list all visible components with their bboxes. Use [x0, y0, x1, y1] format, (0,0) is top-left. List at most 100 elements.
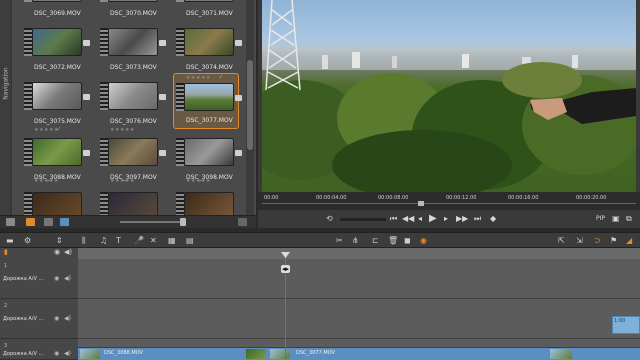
overwrite-icon[interactable]: ⇲: [576, 235, 583, 247]
visibility-icon[interactable]: ◉: [54, 248, 60, 256]
speaker-icon[interactable]: ◀): [64, 275, 71, 282]
scrubber-handle[interactable]: [418, 201, 424, 206]
loop-icon[interactable]: ⟲: [326, 213, 333, 225]
film-strip-icon: [24, 192, 32, 215]
film-strip-icon: [24, 28, 32, 56]
next-frame-icon[interactable]: ▸: [444, 213, 448, 225]
clip-thumbnail: [32, 0, 82, 2]
go-to-start-icon[interactable]: ⏮: [390, 213, 397, 225]
go-to-end-icon[interactable]: ⏭: [474, 213, 481, 225]
track-lane[interactable]: [78, 299, 640, 339]
list-view-icon[interactable]: [44, 218, 53, 226]
volume-icon[interactable]: ◆: [490, 213, 496, 225]
view-options-icon[interactable]: [60, 218, 69, 226]
visibility-icon[interactable]: ◉: [54, 350, 59, 357]
markers-icon[interactable]: ▬: [6, 235, 14, 247]
clip-item[interactable]: [174, 188, 238, 215]
insert-mode-icon[interactable]: ⊃: [594, 235, 601, 247]
audio-mixer-icon[interactable]: ⫼: [82, 235, 86, 247]
clip-item[interactable]: DSC_3072.MOV: [22, 24, 90, 82]
play-icon[interactable]: ▶: [429, 213, 437, 225]
clip-name: DSC_3075.MOV: [34, 118, 81, 125]
rating-stars[interactable]: ★★★★★: [110, 127, 135, 133]
ruler-time-label: 00:00:04.00: [316, 195, 347, 201]
dynamic-length-icon[interactable]: ⇱: [558, 235, 565, 247]
rating-row: ★★★★★: [174, 178, 238, 188]
track-name[interactable]: Дорожка A/V ...: [3, 276, 43, 282]
clip-item[interactable]: [98, 188, 162, 215]
rating-stars[interactable]: ★★★★★: [186, 75, 211, 81]
timeline-clip-name[interactable]: DSC_3077.MOV: [296, 350, 335, 356]
track-lane[interactable]: [78, 259, 640, 299]
step-back-icon[interactable]: ◀◀: [402, 213, 414, 225]
track-header[interactable]: 2 Дорожка A/V ... ◉ ◀): [0, 299, 78, 339]
fullscreen-icon[interactable]: ▣: [612, 213, 620, 225]
marker-add-icon[interactable]: ◼: [404, 235, 411, 247]
clip-tag-icon: [159, 94, 166, 100]
delete-icon[interactable]: 🗑: [388, 235, 398, 247]
clip-item[interactable]: [22, 188, 86, 215]
track-header[interactable]: 3 Дорожка A/V ... ◉ ◀): [0, 339, 78, 360]
library-scrollbar[interactable]: [246, 0, 254, 215]
magnet-icon[interactable]: ⋔: [352, 235, 359, 247]
rating-stars[interactable]: ★★★★★: [186, 178, 211, 184]
voiceover-icon[interactable]: 🎤: [134, 235, 144, 247]
clip-thumbnail: [184, 192, 234, 215]
clip-item[interactable]: DSC_3073.MOV: [98, 24, 166, 82]
clip-name: DSC_3077.MOV: [186, 117, 233, 124]
smart-mode-icon[interactable]: ⚑: [610, 235, 617, 247]
film-strip-icon: [100, 138, 108, 166]
timeline-clip-strip[interactable]: DSC_3088.MOV DSC_3077.MOV: [78, 348, 640, 360]
rating-stars[interactable]: ★★★★★: [110, 178, 135, 184]
rating-stars[interactable]: ★★★★★: [34, 178, 59, 184]
film-strip-icon: [100, 192, 108, 215]
preview-time-ruler[interactable]: 00:00 00:00:04.00 00:00:08.00 00:00:12.0…: [258, 192, 640, 210]
pip-label[interactable]: PIP: [596, 213, 605, 225]
timeline-ruler[interactable]: [78, 248, 640, 259]
grid-view-icon[interactable]: [26, 218, 35, 226]
track-lane[interactable]: [78, 339, 640, 348]
speaker-icon[interactable]: ◀): [64, 315, 71, 322]
scorefitter-icon[interactable]: ♫: [100, 235, 107, 247]
speaker-icon[interactable]: ◀): [64, 248, 72, 256]
trim-icon[interactable]: ⊏: [372, 235, 379, 247]
shuttle-slider[interactable]: [340, 218, 386, 221]
clip-thumbnail: [108, 138, 158, 166]
clip-name: DSC_3076.MOV: [110, 118, 157, 125]
timeline-clip-name[interactable]: DSC_3088.MOV: [104, 350, 143, 356]
timeline-view-icon[interactable]: ▤: [186, 235, 194, 247]
clip-name: DSC_3072.MOV: [34, 64, 81, 71]
zoom-navigator[interactable]: 1:00: [612, 316, 640, 334]
expand-icon[interactable]: [238, 218, 247, 226]
track-name[interactable]: Дорожка A/V ...: [3, 316, 43, 322]
title-icon[interactable]: T: [116, 235, 121, 247]
prev-frame-icon[interactable]: ◂: [418, 213, 422, 225]
pages-icon[interactable]: [6, 218, 15, 226]
settings-icon[interactable]: ⚙: [24, 235, 31, 247]
step-forward-icon[interactable]: ▶▶: [456, 213, 468, 225]
slider-handle[interactable]: [180, 218, 186, 226]
export-icon[interactable]: ⧉: [626, 213, 632, 225]
track-name[interactable]: Дорожка A/V ...: [3, 351, 43, 357]
clip-item-selected[interactable]: ★★★★★ ✓ DSC_3077.MOV: [173, 73, 242, 129]
rating-row: ★★★★★: [98, 178, 162, 188]
clip-thumbnail: [80, 349, 100, 359]
clip-thumbnail: [246, 349, 266, 359]
speaker-icon[interactable]: ◀): [64, 350, 71, 357]
volume-keyframe-icon[interactable]: ◢: [626, 235, 632, 247]
thumbnail-size-slider[interactable]: [120, 221, 180, 223]
clip-tag-icon: [159, 40, 166, 46]
storyboard-icon[interactable]: ▦: [168, 235, 176, 247]
transition-icon[interactable]: ✕: [150, 235, 157, 247]
navigation-strip[interactable]: Navigation: [0, 0, 12, 215]
visibility-icon[interactable]: ◉: [54, 315, 59, 322]
razor-icon[interactable]: ✂: [336, 235, 343, 247]
track-header[interactable]: 1 Дорожка A/V ... ◉ ◀): [0, 259, 78, 299]
ruler-time-label: 00:00:12.00: [446, 195, 477, 201]
snapshot-icon[interactable]: ◉: [420, 235, 427, 247]
scrollbar-thumb[interactable]: [247, 60, 253, 150]
track-number: 2: [4, 303, 8, 309]
track-height-icon[interactable]: ⇕: [56, 235, 63, 247]
visibility-icon[interactable]: ◉: [54, 275, 59, 282]
film-strip-icon: [176, 138, 184, 166]
